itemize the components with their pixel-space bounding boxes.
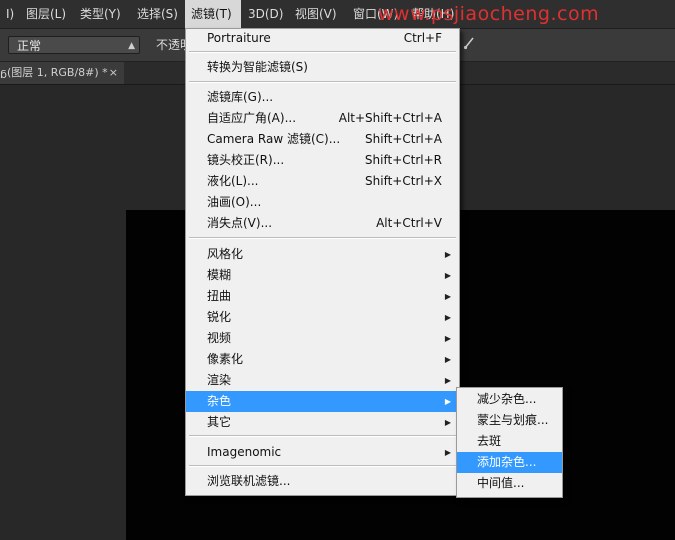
submenu-item-label: 中间值... <box>477 476 525 490</box>
brush-icon[interactable] <box>462 36 476 50</box>
menu-item-portraiture[interactable]: Portraiture Ctrl+F <box>186 28 459 49</box>
menu-filter[interactable]: 滤镜(T) <box>185 0 241 28</box>
menu-item-filter-gallery[interactable]: 滤镜库(G)... <box>186 87 459 108</box>
submenu-item-label: 蒙尘与划痕... <box>477 413 549 427</box>
menu-item-shortcut: Shift+Ctrl+X <box>365 174 442 188</box>
menu-item-label: Imagenomic <box>207 445 282 459</box>
menu-item-label: 渲染 <box>207 373 232 387</box>
menu-item-shortcut: Shift+Ctrl+R <box>364 153 442 167</box>
menu-item-label: 模糊 <box>207 268 232 282</box>
menu-item-oil-paint[interactable]: 油画(O)... <box>186 192 459 213</box>
blend-mode-select[interactable]: 正常 ▲ <box>8 36 140 54</box>
menu-item-vanishing-point[interactable]: 消失点(V)... Alt+Ctrl+V <box>186 213 459 234</box>
filter-menu: Portraiture Ctrl+F 转换为智能滤镜(S) 滤镜库(G)... … <box>185 28 460 496</box>
submenu-arrow-icon: ▶ <box>444 313 451 322</box>
menu-item-shortcut: Alt+Shift+Ctrl+A <box>338 111 442 125</box>
menu-separator <box>189 435 456 437</box>
submenu-item-reduce-noise[interactable]: 减少杂色... <box>457 389 562 410</box>
menu-item-label: 浏览联机滤镜... <box>207 474 291 488</box>
submenu-item-label: 去斑 <box>477 434 502 448</box>
submenu-item-label: 添加杂色... <box>477 455 537 469</box>
menu-item-render[interactable]: 渲染 ▶ <box>186 370 459 391</box>
menu-item-label: 消失点(V)... <box>207 216 273 230</box>
menu-separator <box>189 51 456 53</box>
watermark-text: www.psjiaocheng.com <box>378 3 600 25</box>
submenu-arrow-icon: ▶ <box>444 292 451 301</box>
menu-separator <box>189 237 456 239</box>
menu-item-noise[interactable]: 杂色 ▶ <box>186 391 459 412</box>
submenu-arrow-icon: ▶ <box>444 334 451 343</box>
menu-item-lens-correction[interactable]: 镜头校正(R)... Shift+Ctrl+R <box>186 150 459 171</box>
submenu-arrow-icon: ▶ <box>444 418 451 427</box>
menu-item-label: 转换为智能滤镜(S) <box>207 60 308 74</box>
menu-item-blur[interactable]: 模糊 ▶ <box>186 265 459 286</box>
menu-view[interactable]: 视图(V) <box>289 0 343 28</box>
menu-item-label: 杂色 <box>207 394 232 408</box>
menu-item-pixelate[interactable]: 像素化 ▶ <box>186 349 459 370</box>
menu-item-label: Camera Raw 滤镜(C)... <box>207 132 341 146</box>
menu-item-adaptive-wide-angle[interactable]: 自适应广角(A)... Alt+Shift+Ctrl+A <box>186 108 459 129</box>
menu-item-label: 视频 <box>207 331 232 345</box>
menu-select[interactable]: 选择(S) <box>131 0 184 28</box>
menu-type[interactable]: 类型(Y) <box>74 0 127 28</box>
noise-submenu: 减少杂色... 蒙尘与划痕... 去斑 添加杂色... 中间值... <box>456 387 563 498</box>
submenu-arrow-icon: ▶ <box>444 376 451 385</box>
dropdown-arrow-icon: ▲ <box>128 41 135 51</box>
menu-item-distort[interactable]: 扭曲 ▶ <box>186 286 459 307</box>
document-tab[interactable]: ᵷ(图层 1, RGB/8#) * × <box>0 62 124 84</box>
submenu-arrow-icon: ▶ <box>444 355 451 364</box>
document-tab-label: ᵷ(图层 1, RGB/8#) * <box>0 66 108 79</box>
menu-item-shortcut: Ctrl+F <box>403 31 442 45</box>
menu-item-label: 风格化 <box>207 247 244 261</box>
menu-item-label: Portraiture <box>207 31 271 45</box>
submenu-item-despeckle[interactable]: 去斑 <box>457 431 562 452</box>
menu-separator <box>189 81 456 83</box>
menu-item-label: 油画(O)... <box>207 195 262 209</box>
menu-item-other[interactable]: 其它 ▶ <box>186 412 459 433</box>
menu-layer[interactable]: 图层(L) <box>20 0 72 28</box>
menu-item-label: 其它 <box>207 415 232 429</box>
menu-item-shortcut: Shift+Ctrl+A <box>365 132 442 146</box>
submenu-item-add-noise[interactable]: 添加杂色... <box>457 452 562 473</box>
submenu-arrow-icon: ▶ <box>444 448 451 457</box>
menu-item-label: 锐化 <box>207 310 232 324</box>
menu-item-label: 镜头校正(R)... <box>207 153 285 167</box>
menu-bar: I) 图层(L) 类型(Y) 选择(S) 滤镜(T) 3D(D) 视图(V) 窗… <box>0 0 675 29</box>
menu-item-camera-raw[interactable]: Camera Raw 滤镜(C)... Shift+Ctrl+A <box>186 129 459 150</box>
menu-item-shortcut: Alt+Ctrl+V <box>376 216 442 230</box>
menu-item-label: 自适应广角(A)... <box>207 111 297 125</box>
menu-item-stylize[interactable]: 风格化 ▶ <box>186 244 459 265</box>
submenu-arrow-icon: ▶ <box>444 250 451 259</box>
blend-mode-value: 正常 <box>17 39 42 53</box>
menu-image[interactable]: I) <box>0 0 20 28</box>
menu-item-label: 滤镜库(G)... <box>207 90 274 104</box>
menu-item-convert-smart-filter[interactable]: 转换为智能滤镜(S) <box>186 57 459 78</box>
submenu-item-dust-scratches[interactable]: 蒙尘与划痕... <box>457 410 562 431</box>
menu-item-label: 扭曲 <box>207 289 232 303</box>
menu-item-sharpen[interactable]: 锐化 ▶ <box>186 307 459 328</box>
menu-item-browse-online-filters[interactable]: 浏览联机滤镜... <box>186 471 459 492</box>
submenu-arrow-icon: ▶ <box>444 271 451 280</box>
menu-item-label: 像素化 <box>207 352 244 366</box>
submenu-item-label: 减少杂色... <box>477 392 537 406</box>
submenu-item-median[interactable]: 中间值... <box>457 473 562 494</box>
submenu-arrow-icon: ▶ <box>444 397 451 406</box>
menu-item-label: 液化(L)... <box>207 174 259 188</box>
menu-item-video[interactable]: 视频 ▶ <box>186 328 459 349</box>
close-icon[interactable]: × <box>109 62 118 84</box>
menu-separator <box>189 465 456 467</box>
menu-item-liquify[interactable]: 液化(L)... Shift+Ctrl+X <box>186 171 459 192</box>
menu-item-imagenomic[interactable]: Imagenomic ▶ <box>186 442 459 463</box>
menu-3d[interactable]: 3D(D) <box>242 0 289 28</box>
